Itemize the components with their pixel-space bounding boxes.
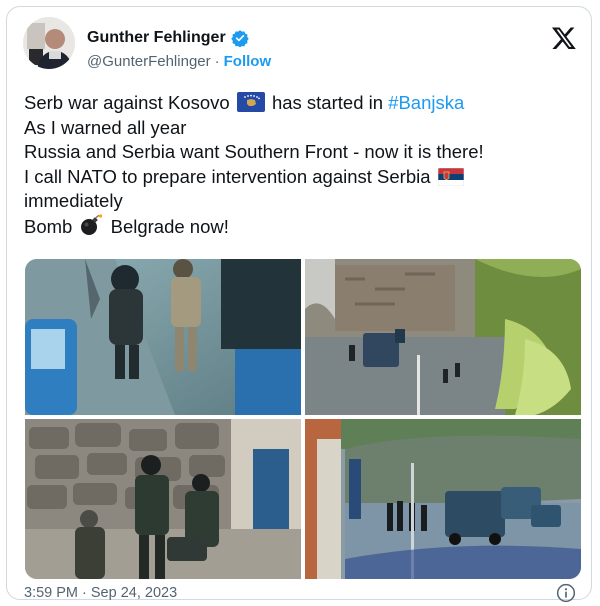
tweet-line: Serb war against Kosovo has started in #… [24, 91, 584, 116]
photo-masked-gunmen-wall [25, 419, 301, 579]
media-photo-1[interactable] [25, 259, 301, 415]
media-photo-2[interactable] [305, 259, 581, 415]
tweet-line: As I warned all year [24, 116, 187, 138]
tweet-line: I call NATO to prepare intervention agai… [24, 165, 584, 190]
media-grid[interactable] [25, 259, 581, 579]
author-name-row[interactable]: Gunther Fehlinger [87, 29, 249, 47]
tweet-card[interactable]: Gunther Fehlinger @GunterFehlinger · Fol… [6, 6, 592, 603]
tweet-line: Russia and Serbia want Southern Front - … [24, 141, 484, 162]
tweet-text-segment: Bomb [24, 215, 73, 237]
tweet-text-segment: has started in [271, 92, 384, 113]
photo-armored-vehicle-monastery [305, 259, 581, 415]
tweet-timestamp[interactable]: 3:59 PM · Sep 24, 2023 [24, 585, 177, 601]
hashtag-link[interactable]: #Banjska [388, 92, 464, 113]
tweet-text: Serb war against Kosovo has started in #… [24, 91, 584, 239]
x-logo-icon[interactable] [551, 25, 577, 51]
info-icon[interactable] [556, 583, 576, 603]
bomb-icon [81, 213, 103, 235]
kosovo-flag-icon [236, 92, 265, 112]
tweet-text-segment: I call NATO to prepare intervention agai… [24, 165, 431, 187]
author-name[interactable]: Gunther Fehlinger [87, 29, 226, 47]
tweet-text-segment: Serb war against Kosovo [24, 92, 230, 113]
serbia-flag-icon [437, 167, 464, 186]
avatar[interactable] [23, 17, 75, 69]
media-photo-3[interactable] [25, 419, 301, 579]
separator-dot: · [214, 53, 220, 70]
tweet-line: immediately [24, 190, 123, 211]
tweet-line: Bomb Belgrade now! [24, 213, 584, 240]
follow-button[interactable]: Follow [224, 53, 272, 70]
tweet-text-segment: Belgrade now! [110, 215, 229, 237]
photo-armored-trucks-road [305, 419, 581, 579]
photo-gunmen-in-street [25, 259, 301, 415]
media-photo-4[interactable] [305, 419, 581, 579]
avatar-image [23, 17, 75, 69]
author-handle-row: @GunterFehlinger · Follow [87, 53, 271, 70]
verified-badge-icon [230, 30, 249, 47]
author-handle[interactable]: @GunterFehlinger [87, 53, 211, 70]
